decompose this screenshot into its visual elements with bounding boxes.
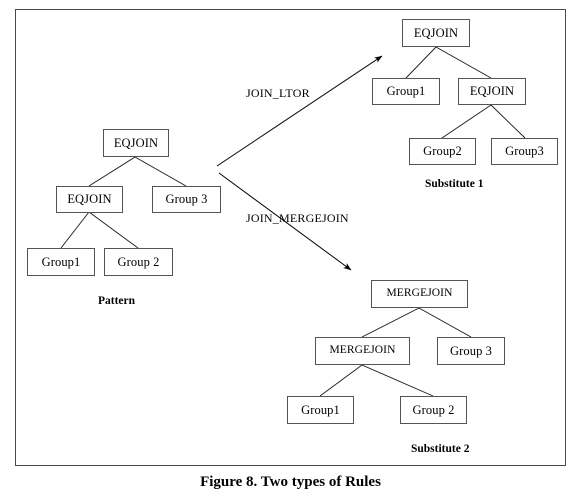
pattern-node-right-child-label: Group 3 (165, 192, 208, 207)
substitute2-node-left-child-label: MERGEJOIN (329, 344, 396, 357)
substitute2-node-leaf-right[interactable]: Group 2 (400, 396, 467, 424)
figure-caption: Figure 8. Two types of Rules (200, 474, 381, 490)
substitute2-node-root[interactable]: MERGEJOIN (371, 280, 468, 308)
pattern-node-leaf-right-label: Group 2 (117, 254, 160, 269)
pattern-node-left-child-label: EQJOIN (67, 192, 112, 207)
substitute1-node-leaf-right[interactable]: Group3 (491, 138, 558, 165)
substitute2-node-leaf-left[interactable]: Group1 (287, 396, 354, 424)
pattern-section-label: Pattern (98, 295, 136, 307)
substitute1-node-right-child-label: EQJOIN (469, 84, 515, 99)
rule-label-join-mergejoin: JOIN_MERGEJOIN (246, 211, 349, 225)
pattern-node-root-label: EQJOIN (113, 135, 159, 150)
substitute2-node-root-label: MERGEJOIN (386, 287, 453, 300)
substitute2-node-leaf-left-label: Group1 (301, 402, 340, 417)
substitute1-node-right-child[interactable]: EQJOIN (458, 78, 526, 105)
pattern-node-leaf-left[interactable]: Group1 (27, 248, 95, 276)
substitute2-node-leaf-right-label: Group 2 (412, 402, 455, 417)
substitute1-node-leaf-left-label: Group2 (423, 144, 462, 159)
substitute2-node-right-child-label: Group 3 (449, 343, 492, 358)
pattern-node-root[interactable]: EQJOIN (103, 129, 169, 157)
substitute1-node-leaf-left[interactable]: Group2 (409, 138, 476, 165)
figure-canvas: EQJOIN EQJOIN Group 3 Group1 Group 2 Pat… (0, 0, 581, 500)
pattern-node-leaf-left-label: Group1 (41, 254, 81, 269)
substitute2-node-right-child[interactable]: Group 3 (437, 337, 505, 365)
substitute2-section-label: Substitute 2 (411, 443, 470, 455)
substitute1-node-root[interactable]: EQJOIN (402, 19, 470, 47)
substitute2-node-left-child[interactable]: MERGEJOIN (315, 337, 410, 365)
pattern-node-right-child[interactable]: Group 3 (152, 186, 221, 213)
rule-label-join-ltor: JOIN_LTOR (246, 86, 310, 100)
substitute1-node-leaf-right-label: Group3 (505, 144, 544, 159)
pattern-node-left-child[interactable]: EQJOIN (56, 186, 123, 213)
substitute1-node-left-child-label: Group1 (386, 84, 426, 99)
substitute1-node-left-child[interactable]: Group1 (372, 78, 440, 105)
substitute1-section-label: Substitute 1 (425, 178, 484, 190)
pattern-node-leaf-right[interactable]: Group 2 (104, 248, 173, 276)
substitute1-node-root-label: EQJOIN (413, 25, 459, 40)
